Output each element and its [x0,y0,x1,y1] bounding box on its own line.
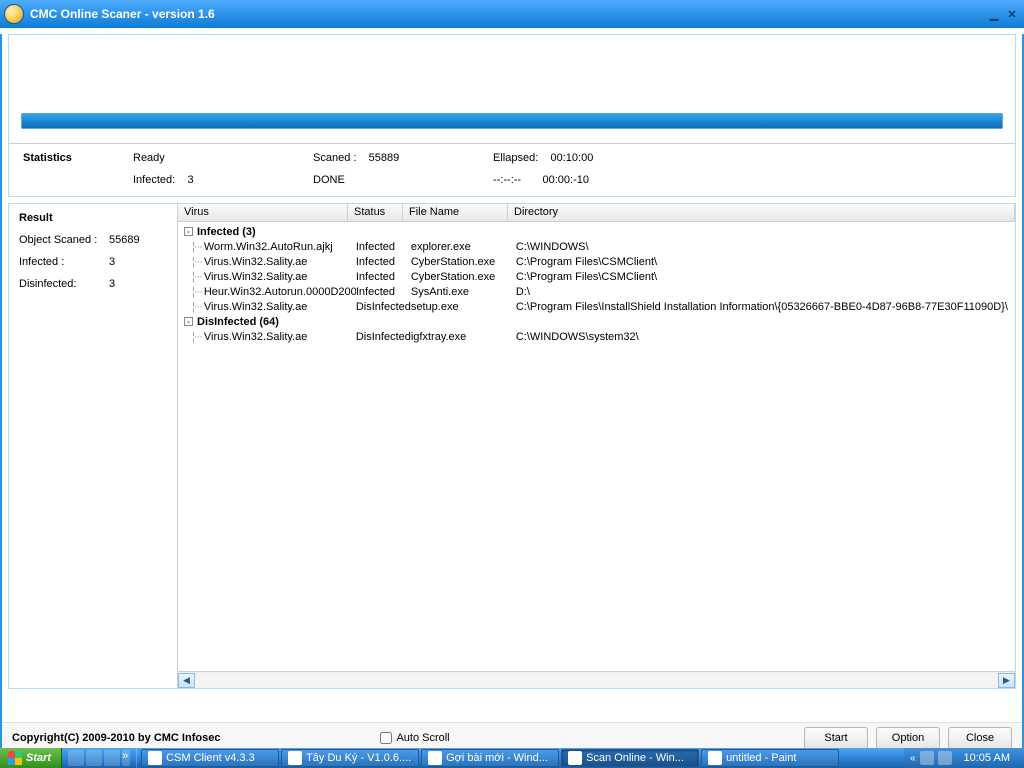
obj-scanned-value: 55689 [109,234,140,246]
col-status[interactable]: Status [348,204,403,221]
app-icon [708,751,722,765]
minimize-button[interactable]: ▁ [986,7,1002,21]
app-icon [568,751,582,765]
taskbar-item[interactable]: Tây Du Ký - V1.0.6.... [281,749,419,767]
scroll-left-icon[interactable]: ◀ [178,673,195,688]
dash-label: --:--:-- [493,174,521,186]
close-button[interactable]: Close [948,727,1012,749]
obj-scanned-label: Object Scaned : [19,234,109,246]
app-icon [4,4,24,24]
tree-row[interactable]: ¦···Virus.Win32.Sality.aeInfectedCyberSt… [178,254,1015,269]
scroll-right-icon[interactable]: ▶ [998,673,1015,688]
clock[interactable]: 10:05 AM [956,752,1018,764]
tree-row[interactable]: ¦···Virus.Win32.Sality.aeDisInfectedigfx… [178,329,1015,344]
tree-row[interactable]: ¦···Heur.Win32.Autorun.0000D200InfectedS… [178,284,1015,299]
group-disinfected[interactable]: - DisInfected (64) [178,314,1015,329]
infected-label: Infected : [19,256,109,268]
scanned-value: 55889 [369,152,400,164]
quicklaunch-icon[interactable]: » [122,750,130,766]
start-menu-button[interactable]: Start [0,748,62,768]
taskbar-item[interactable]: CSM Client v4.3.3 [141,749,279,767]
option-button[interactable]: Option [876,727,940,749]
taskbar-item-active[interactable]: Scan Online - Win... [561,749,699,767]
elapsed-value: 00:10:00 [551,152,594,164]
app-icon [288,751,302,765]
result-sidebar: Result Object Scaned :55689 Infected :3 … [9,204,177,688]
progress-bar [21,113,1003,129]
quick-launch[interactable]: » [62,748,137,768]
app-icon [428,751,442,765]
window-title: CMC Online Scaner - version 1.6 [30,7,215,21]
infected-label: Infected: [133,174,175,186]
tray-icon[interactable] [920,751,934,765]
status-ready: Ready [133,152,313,164]
col-file[interactable]: File Name [403,204,508,221]
group-infected[interactable]: - Infected (3) [178,224,1015,239]
start-button[interactable]: Start [804,727,868,749]
disinfected-value: 3 [109,278,115,290]
windows-logo-icon [8,751,22,765]
window-titlebar: CMC Online Scaner - version 1.6 ▁ ✕ [0,0,1024,28]
statistics-heading: Statistics [23,152,133,164]
app-icon [148,751,162,765]
tree-row[interactable]: ¦···Virus.Win32.Sality.aeInfectedCyberSt… [178,269,1015,284]
tree-row[interactable]: ¦···Worm.Win32.AutoRun.ajkjInfectedexplo… [178,239,1015,254]
col-virus[interactable]: Virus [178,204,348,221]
neg-time-value: 00:00:-10 [543,174,589,186]
quicklaunch-icon[interactable] [86,750,102,766]
collapse-icon[interactable]: - [184,317,193,326]
infected-value: 3 [109,256,115,268]
banner-area [9,35,1015,137]
col-directory[interactable]: Directory [508,204,1015,221]
collapse-icon[interactable]: - [184,227,193,236]
quicklaunch-icon[interactable] [68,750,84,766]
copyright-text: Copyright(C) 2009-2010 by CMC Infosec [12,732,220,744]
elapsed-label: Ellapsed: [493,152,538,164]
status-done: DONE [313,174,493,186]
autoscroll-checkbox[interactable]: Auto Scroll [380,732,449,744]
tree-row[interactable]: ¦···Virus.Win32.Sality.aeDisInfectedsetu… [178,299,1015,314]
quicklaunch-icon[interactable] [104,750,120,766]
disinfected-label: Disinfected: [19,278,109,290]
taskbar-item[interactable]: untitled - Paint [701,749,839,767]
horizontal-scrollbar[interactable]: ◀ ▶ [178,671,1015,688]
taskbar-item[interactable]: Gợi bài mới - Wind... [421,749,559,767]
tray-icon[interactable] [938,751,952,765]
column-headers[interactable]: Virus Status File Name Directory [178,204,1015,222]
close-button[interactable]: ✕ [1004,7,1020,21]
windows-taskbar[interactable]: Start » CSM Client v4.3.3 Tây Du Ký - V1… [0,748,1024,768]
system-tray[interactable]: « 10:05 AM [904,748,1024,768]
result-tree[interactable]: - Infected (3) ¦···Worm.Win32.AutoRun.aj… [178,222,1015,671]
result-heading: Result [19,212,167,224]
infected-value: 3 [187,174,193,186]
scanned-label: Scaned : [313,152,356,164]
